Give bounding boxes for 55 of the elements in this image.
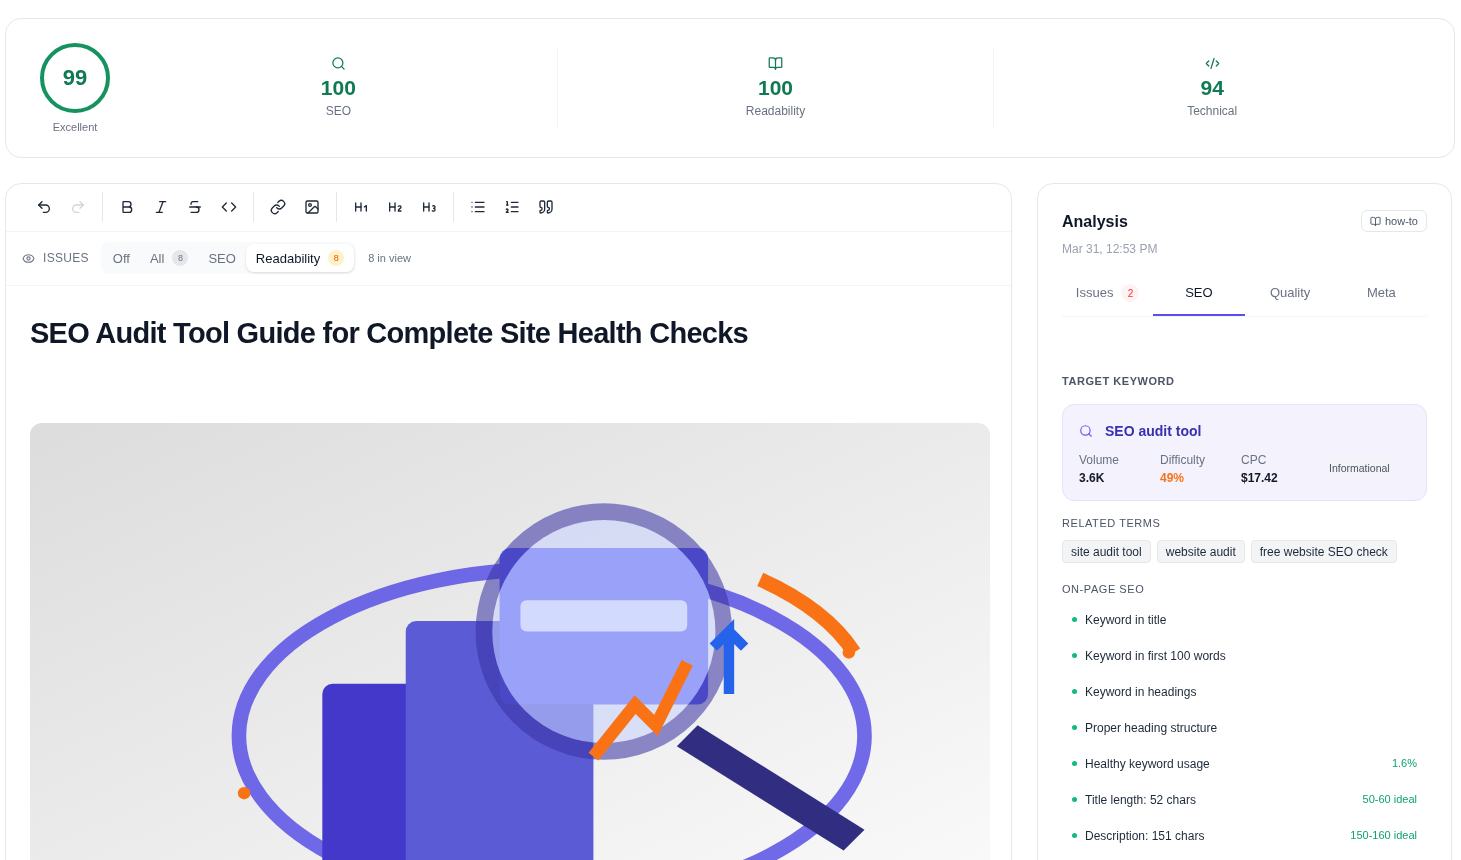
check-note: 150-160 ideal	[1350, 828, 1417, 844]
related-term-chip: site audit tool	[1062, 540, 1151, 563]
issues-label: ISSUES	[43, 250, 89, 268]
book-icon	[768, 56, 783, 72]
analysis-tab[interactable]: SEO	[1153, 272, 1245, 316]
eye-icon	[22, 251, 35, 265]
check-note: 50-60 ideal	[1362, 792, 1417, 808]
check-label: Description: 151 chars	[1085, 827, 1206, 845]
section-heading: TARGET KEYWORD	[1062, 374, 1176, 389]
count-badge: 2	[1121, 284, 1140, 302]
related-term-chip: free website SEO check	[1250, 540, 1397, 563]
score-label: Technical	[1187, 102, 1238, 120]
panel-title: Analysis	[1062, 212, 1129, 232]
section-heading: RELATED TERMS	[1062, 515, 1162, 531]
article-title: SEO Audit Tool Guide for Complete Site Health Checks	[29, 315, 749, 351]
timestamp: Mar 31, 12:53 PM	[1062, 241, 1158, 258]
check-label: Healthy keyword usage	[1085, 755, 1211, 773]
issue-filter-tab[interactable]: Off	[102, 244, 140, 273]
metric-value: 3.6K	[1079, 469, 1106, 487]
search-icon	[330, 56, 346, 72]
issue-filter-tab[interactable]: Readability 8	[245, 244, 355, 273]
issue-filter-tab[interactable]: SEO	[198, 244, 246, 273]
count-badge: 8	[172, 250, 189, 267]
intent-tag: Informational	[1325, 458, 1394, 479]
metric-value: $17.42	[1241, 469, 1279, 487]
score-label: Excellent	[52, 119, 98, 135]
score-value: 100	[320, 75, 356, 102]
metric-value: 49%	[1160, 469, 1186, 487]
check-note: 1.6%	[1391, 756, 1417, 772]
check-label: Title length: 52 chars	[1085, 791, 1197, 809]
target-keyword: SEO audit tool	[1105, 421, 1202, 441]
analysis-tab[interactable]: Issues 2	[1062, 272, 1154, 316]
analysis-tab[interactable]: Quality	[1244, 272, 1336, 316]
score-label: SEO	[325, 102, 351, 120]
in-view-count: 8 in view	[368, 251, 411, 267]
related-term-chip: website audit	[1156, 540, 1245, 563]
analysis-tab[interactable]: Meta	[1335, 272, 1427, 316]
book-icon	[1369, 215, 1381, 227]
section-heading: ON-PAGE SEO	[1062, 582, 1146, 597]
metric-label: Difficulty	[1160, 451, 1207, 469]
score-label: Readability	[745, 102, 806, 120]
count-badge: 8	[328, 250, 345, 267]
check-label: Keyword in first 100 words	[1085, 647, 1227, 665]
code-icon	[1204, 56, 1220, 72]
metric-label: CPC	[1241, 451, 1268, 469]
check-label: Proper heading structure	[1085, 719, 1219, 737]
issue-filter-tab[interactable]: All 8	[139, 244, 199, 273]
check-label: Keyword in title	[1085, 611, 1168, 629]
check-label: Keyword in headings	[1085, 683, 1198, 701]
search-icon	[1079, 424, 1093, 438]
how-to-button[interactable]: how-to	[1360, 210, 1427, 232]
score-value: 100	[757, 75, 793, 102]
metric-label: Volume	[1079, 451, 1121, 469]
score-value: 94	[1200, 75, 1224, 102]
overall-score: 99	[62, 64, 88, 93]
